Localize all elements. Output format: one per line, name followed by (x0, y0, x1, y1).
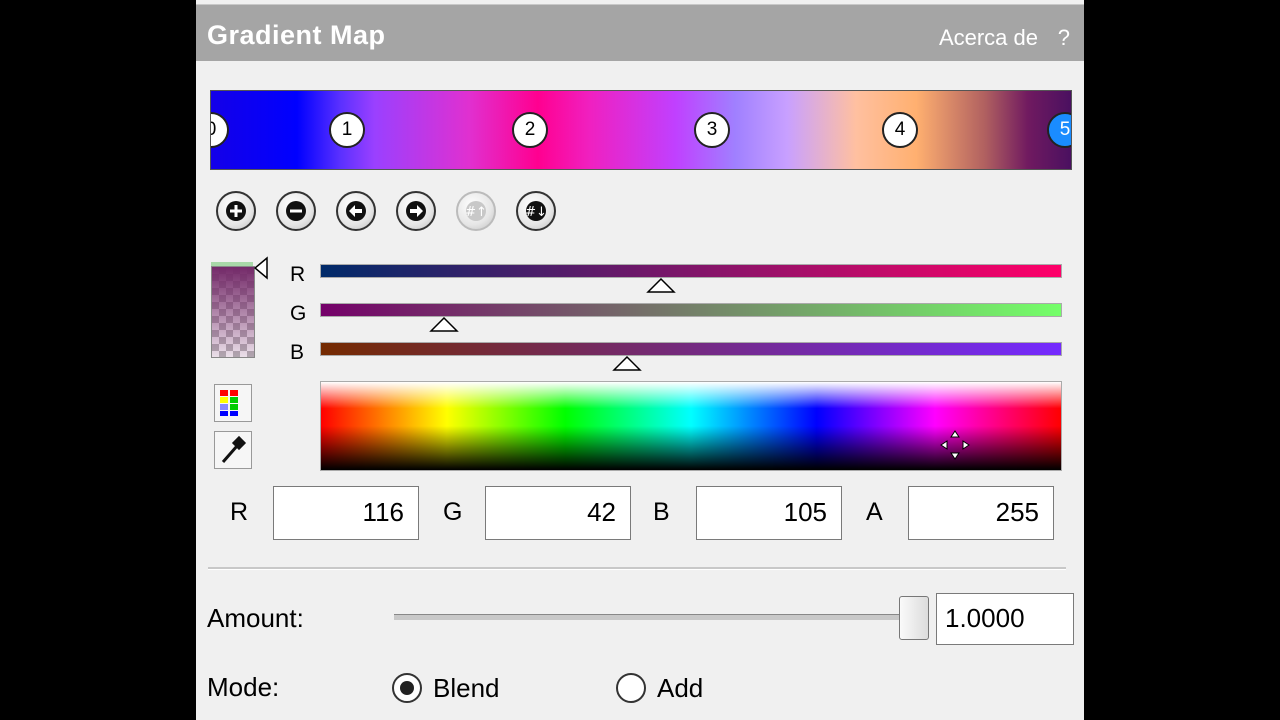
amount-input[interactable]: 1.0000 (936, 593, 1074, 645)
swatch-pointer-icon (253, 256, 268, 280)
sort-down-icon: #↓ (525, 201, 547, 221)
sort-up-icon: #↑ (465, 201, 487, 221)
move-stop-right-button[interactable] (396, 191, 436, 231)
sort-stops-up-button[interactable]: #↑ (456, 191, 496, 231)
b-field-label: B (653, 498, 670, 526)
eyedropper-button[interactable] (214, 431, 252, 469)
a-value-field[interactable]: 255 (908, 486, 1054, 540)
mode-label: Mode: (207, 672, 280, 702)
channel-label-b: B (290, 341, 305, 364)
amount-label: Amount: (207, 603, 304, 633)
move-left-icon (346, 201, 366, 221)
svg-text:#↓: #↓ (525, 205, 547, 220)
gradient-preview-bar[interactable]: 0 1 2 3 4 5 (210, 90, 1072, 170)
a-field-label: A (866, 498, 883, 526)
blend-radio[interactable] (392, 673, 422, 703)
gradient-stop-0[interactable]: 0 (211, 112, 229, 148)
r-value-field[interactable]: 116 (273, 486, 419, 540)
amount-slider-thumb[interactable] (899, 596, 929, 640)
red-channel-bar[interactable] (320, 264, 1062, 278)
channel-label-g: G (290, 302, 307, 325)
b-value-field[interactable]: 105 (696, 486, 842, 540)
blue-channel-thumb[interactable] (612, 356, 642, 372)
gradient-stop-1[interactable]: 1 (329, 112, 365, 148)
about-link[interactable]: Acerca de (939, 25, 1038, 51)
green-channel-bar[interactable] (320, 303, 1062, 317)
add-stop-button[interactable] (216, 191, 256, 231)
color-swatch (211, 266, 255, 358)
gradient-stop-4[interactable]: 4 (882, 112, 918, 148)
panel-title: Gradient Map (207, 20, 386, 50)
red-channel-thumb[interactable] (646, 278, 676, 294)
spectrum-crosshair-icon[interactable] (938, 428, 972, 462)
gradient-stop-2[interactable]: 2 (512, 112, 548, 148)
radio-selected-dot (400, 681, 414, 695)
add-stop-icon (226, 201, 246, 221)
add-radio[interactable] (616, 673, 646, 703)
r-field-label: R (230, 498, 249, 526)
remove-stop-button[interactable] (276, 191, 316, 231)
help-button[interactable]: ? (1058, 25, 1070, 51)
g-field-label: G (443, 498, 463, 526)
gradient-map-panel: Gradient Map Acerca de ? 0 1 2 3 4 5 #↑ … (196, 0, 1084, 720)
remove-stop-icon (286, 201, 306, 221)
amount-slider-track[interactable] (394, 614, 924, 620)
g-value-field[interactable]: 42 (485, 486, 631, 540)
add-radio-label[interactable]: Add (657, 673, 703, 704)
eyedropper-icon (221, 435, 247, 463)
svg-text:#↑: #↑ (465, 205, 487, 220)
title-bar: Gradient Map Acerca de ? (196, 4, 1084, 61)
sort-stops-down-button[interactable]: #↓ (516, 191, 556, 231)
green-channel-thumb[interactable] (429, 317, 459, 333)
rgb-palette-icon (220, 390, 238, 416)
move-stop-left-button[interactable] (336, 191, 376, 231)
channel-label-r: R (290, 263, 306, 286)
color-mode-button[interactable] (214, 384, 252, 422)
move-right-icon (406, 201, 426, 221)
separator (208, 567, 1066, 570)
blue-channel-bar[interactable] (320, 342, 1062, 356)
blend-radio-label[interactable]: Blend (433, 673, 500, 704)
gradient-stop-5[interactable]: 5 (1047, 112, 1071, 148)
gradient-stop-3[interactable]: 3 (694, 112, 730, 148)
